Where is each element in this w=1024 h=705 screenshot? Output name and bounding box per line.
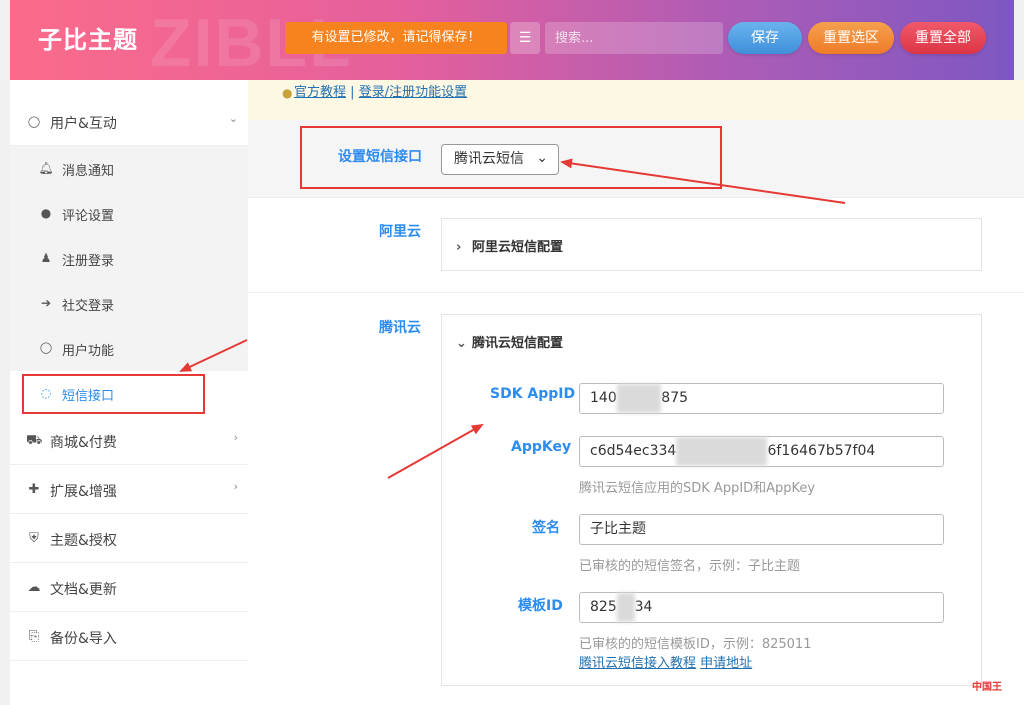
template-id-value-end: 34 [634,599,653,615]
apply-address-link[interactable]: 申请地址 [700,656,752,671]
template-id-value-start: 825 [590,599,617,615]
appkey-value-end: 6f16467b57f04 [767,443,876,459]
login-settings-link[interactable]: 登录/注册功能设置 [359,85,467,100]
template-links: 腾讯云短信接入教程 申请地址 [579,652,752,671]
annotation-box-sms-select [300,126,722,189]
sdk-appid-redacted: 00000 [616,384,662,413]
top-header: ZIBLL 子比主题 有设置已修改，请记得保存！ ☰ 保存 重置选区 重置全部 [10,0,1014,81]
shield-icon: ⛨ [29,531,39,546]
template-id-description: 已审核的的短信模板ID，示例：825011 [579,637,812,652]
sidebar-group-label: 文档&更新 [50,582,117,598]
sign-description: 已审核的的短信签名，示例：子比主题 [579,559,801,574]
link-separator: | [350,85,355,100]
sidebar-item-register-login[interactable]: ♟ 注册登录 [10,236,248,281]
sidebar-item-comments[interactable]: ● 评论设置 [10,191,248,236]
user-plus-icon: ♟ [40,251,52,265]
sidebar-group-label: 备份&导入 [50,631,117,647]
appkey-value-start: c6d54ec334 [590,443,677,459]
sdk-appid-input[interactable]: 14000000875 [579,383,944,414]
corner-watermark-logo: 中国王 [972,682,1002,693]
template-id-redacted: 00 [616,593,635,622]
aliyun-accordion[interactable]: › 阿里云短信配置 [441,218,982,271]
help-links: 官方教程 | 登录/注册功能设置 [294,81,467,100]
sidebar-item-social-login[interactable]: ➔ 社交登录 [10,281,248,326]
aliyun-accordion-title: 阿里云短信配置 [472,240,564,255]
sign-label: 签名 [532,520,560,536]
sidebar-group-theme-license[interactable]: ⛨ 主题&授权 [10,515,248,563]
template-id-label: 模板ID [518,598,563,614]
sidebar-group-shop-payment[interactable]: ⛟ 商城&付费 › [10,417,248,465]
help-links-bar: ● 官方教程 | 登录/注册功能设置 [248,80,1024,120]
chevron-right-icon: › [233,431,238,444]
sidebar-group-docs-updates[interactable]: ☁ 文档&更新 [10,564,248,612]
search-input[interactable] [545,22,723,54]
chevron-down-icon: ⌄ [456,336,467,351]
chevron-right-icon: › [456,240,462,255]
annotation-box-sms-sidebar [22,374,205,414]
sidebar-group-backup-import[interactable]: ⎘ 备份&导入 [10,613,248,661]
bell-icon: 🔔︎ [38,161,54,175]
sidebar-group-extensions[interactable]: ✚ 扩展&增强 › [10,466,248,514]
sidebar-group-label: 商城&付费 [50,435,117,451]
sign-input[interactable]: 子比主题 [579,514,944,545]
sidebar-item-user-features[interactable]: ◯ 用户功能 [10,326,248,371]
sidebar-group-label: 主题&授权 [50,533,117,549]
sidebar-group-label: 用户&互动 [50,116,117,132]
tencent-accordion[interactable]: ⌄ 腾讯云短信配置 [441,314,982,686]
bullet: ● [282,86,293,100]
sidebar-item-notifications[interactable]: 🔔︎ 消息通知 [10,146,248,191]
sidebar-item-label: 注册登录 [62,254,115,269]
aliyun-accordion-header[interactable]: › 阿里云短信配置 [456,236,563,255]
puzzle-icon: ✚ [28,482,40,497]
tencent-accordion-header[interactable]: ⌄ 腾讯云短信配置 [456,332,563,351]
copy-icon: ⎘ [28,629,40,644]
sidebar-item-label: 评论设置 [62,209,115,224]
reset-section-button[interactable]: 重置选区 [808,22,894,54]
sidebar-group-label: 扩展&增强 [50,484,117,500]
chevron-right-icon: › [233,480,238,493]
user-icon: ◯ [39,341,53,354]
template-id-input[interactable]: 8250034 [579,592,944,623]
reset-all-button[interactable]: 重置全部 [900,22,986,54]
chevron-down-icon: ⌄ [228,112,238,125]
aliyun-label: 阿里云 [379,224,421,240]
appkey-label: AppKey [511,439,572,455]
save-button[interactable]: 保存 [728,22,802,54]
appkey-input[interactable]: c6d54ec334xxxxxxxxxxx6f16467b57f04 [579,436,944,467]
comments-icon: ● [40,206,52,220]
sdk-appid-label: SDK AppID [490,386,576,402]
tutorial-link[interactable]: 官方教程 [294,85,346,100]
cloud-download-icon: ☁ [27,580,41,595]
divider [248,292,1024,293]
tencent-accordion-title: 腾讯云短信配置 [472,336,564,351]
sdk-appid-value-start: 140 [590,390,617,406]
list-icon: ☰ [518,30,532,46]
sidebar-item-label: 用户功能 [62,344,115,359]
sdk-appid-value-end: 875 [661,390,689,406]
appkey-redacted: xxxxxxxxxxx [676,437,768,466]
list-toggle-button[interactable]: ☰ [510,22,540,54]
sidebar-item-label: 社交登录 [62,299,115,314]
sign-in-icon: ➔ [40,296,52,310]
tencent-sms-tutorial-link[interactable]: 腾讯云短信接入教程 [579,656,696,671]
user-icon: ◯ [27,115,41,128]
sidebar-item-label: 消息通知 [62,164,115,179]
appkey-description: 腾讯云短信应用的SDK AppID和AppKey [579,481,816,496]
unsaved-notice: 有设置已修改，请记得保存！ [285,22,507,54]
sidebar-group-user-interaction[interactable]: ◯ 用户&互动 ⌄ [10,98,248,146]
tencent-label: 腾讯云 [379,320,421,336]
divider [248,197,1024,198]
cart-icon: ⛟ [26,433,43,448]
sign-value: 子比主题 [590,521,646,537]
brand-title: 子比主题 [38,26,138,54]
